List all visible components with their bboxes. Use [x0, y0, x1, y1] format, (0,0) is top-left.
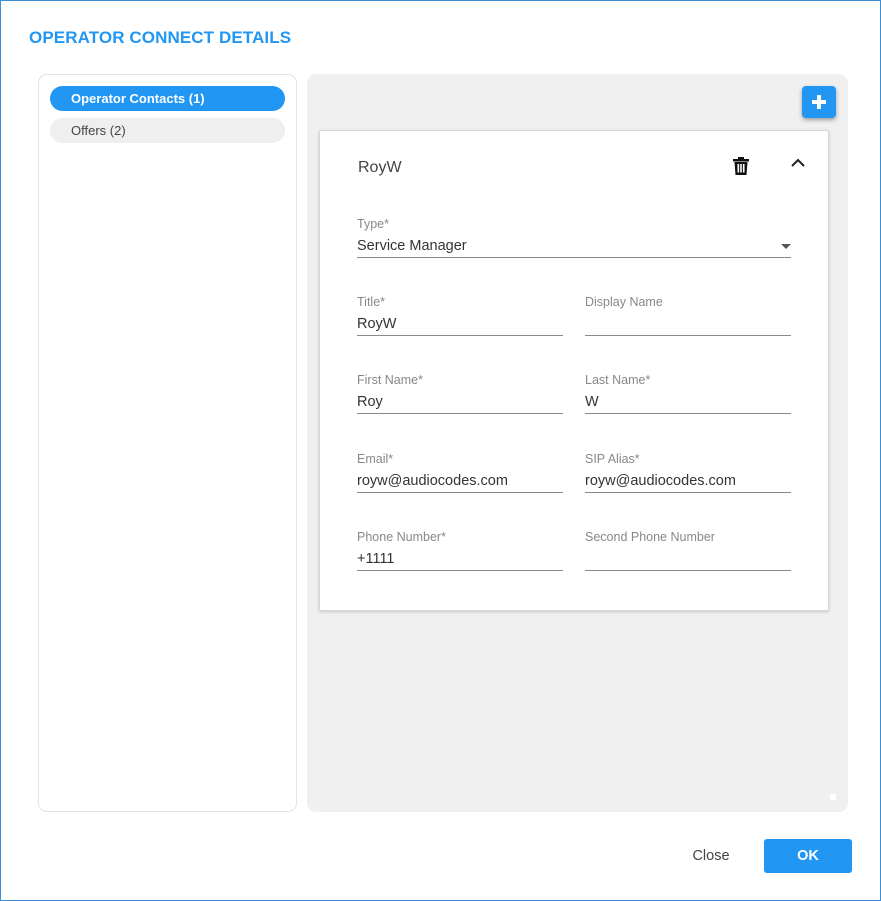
type-select[interactable]: Type* Service Manager [357, 217, 791, 258]
chevron-up-icon[interactable] [790, 156, 806, 174]
email-label: Email* [357, 452, 394, 466]
first-name-label: First Name* [357, 373, 423, 387]
operator-connect-dialog: OPERATOR CONNECT DETAILS Operator Contac… [0, 0, 881, 901]
contact-card-title: RoyW [358, 159, 402, 176]
resize-handle[interactable] [830, 794, 836, 800]
title-input[interactable]: RoyW [357, 312, 563, 336]
type-label: Type* [357, 217, 389, 231]
nav-item-operator-contacts[interactable]: Operator Contacts (1) [50, 86, 285, 111]
display-name-label: Display Name [585, 295, 663, 309]
phone-number-field[interactable]: Phone Number* +1111 [357, 530, 563, 571]
ok-button[interactable]: OK [764, 839, 852, 873]
display-name-input[interactable] [585, 312, 791, 336]
nav-panel: Operator Contacts (1) Offers (2) [38, 74, 297, 812]
phone-number-input[interactable]: +1111 [357, 547, 563, 571]
display-name-field[interactable]: Display Name [585, 295, 791, 336]
content-panel: RoyW Type* Service Manager Title* RoyW D… [307, 74, 848, 812]
contact-card: RoyW Type* Service Manager Title* RoyW D… [319, 130, 829, 611]
dialog-title: OPERATOR CONNECT DETAILS [29, 28, 292, 47]
second-phone-number-label: Second Phone Number [585, 530, 715, 544]
plus-icon [812, 95, 826, 109]
sip-alias-input[interactable]: royw@audiocodes.com [585, 469, 791, 493]
trash-icon[interactable] [733, 157, 749, 180]
type-value: Service Manager [357, 234, 791, 258]
close-button[interactable]: Close [678, 839, 744, 873]
sip-alias-field[interactable]: SIP Alias* royw@audiocodes.com [585, 452, 791, 493]
email-input[interactable]: royw@audiocodes.com [357, 469, 563, 493]
second-phone-number-field[interactable]: Second Phone Number [585, 530, 791, 571]
first-name-field[interactable]: First Name* Roy [357, 373, 563, 414]
dropdown-arrow-icon [781, 244, 791, 249]
title-field[interactable]: Title* RoyW [357, 295, 563, 336]
add-contact-button[interactable] [802, 86, 836, 118]
last-name-field[interactable]: Last Name* W [585, 373, 791, 414]
last-name-label: Last Name* [585, 373, 651, 387]
type-selected-value: Service Manager [357, 238, 467, 254]
last-name-input[interactable]: W [585, 390, 791, 414]
title-label: Title* [357, 295, 386, 309]
email-field[interactable]: Email* royw@audiocodes.com [357, 452, 563, 493]
nav-item-offers[interactable]: Offers (2) [50, 118, 285, 143]
sip-alias-label: SIP Alias* [585, 452, 640, 466]
first-name-input[interactable]: Roy [357, 390, 563, 414]
phone-number-label: Phone Number* [357, 530, 446, 544]
second-phone-number-input[interactable] [585, 547, 791, 571]
